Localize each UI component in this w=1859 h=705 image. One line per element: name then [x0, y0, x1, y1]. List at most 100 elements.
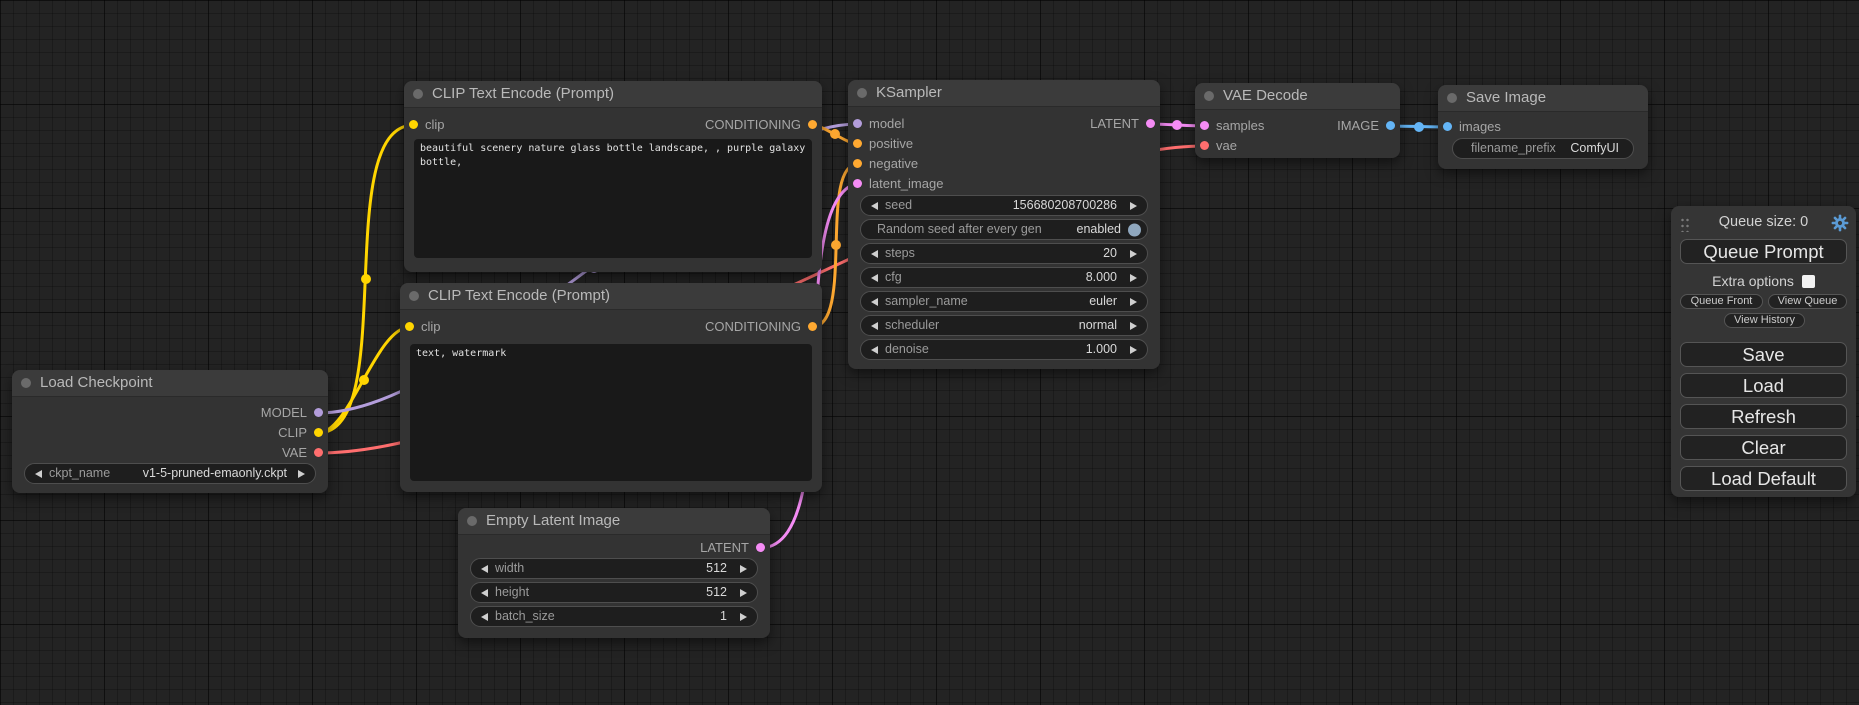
- node-title: CLIP Text Encode (Prompt): [432, 85, 614, 102]
- clip-input-port[interactable]: [409, 120, 418, 129]
- collapse-dot-icon[interactable]: [1204, 91, 1214, 101]
- node-title-bar[interactable]: Save Image: [1438, 85, 1648, 112]
- vae-output-port[interactable]: [314, 448, 323, 457]
- seed-widget[interactable]: seed 156680208700286: [860, 195, 1148, 216]
- latent-output-port[interactable]: [1146, 119, 1155, 128]
- queue-front-button[interactable]: Queue Front: [1680, 294, 1763, 309]
- widget-label: filename_prefix: [1471, 139, 1556, 158]
- toggle-icon[interactable]: [1128, 223, 1141, 236]
- decrement-arrow-icon[interactable]: [871, 322, 878, 330]
- load-default-button[interactable]: Load Default: [1680, 466, 1847, 491]
- denoise-widget[interactable]: denoise 1.000: [860, 339, 1148, 360]
- increment-arrow-icon[interactable]: [1130, 250, 1137, 258]
- ckpt-name-widget[interactable]: ckpt_name v1-5-pruned-emaonly.ckpt: [24, 463, 316, 484]
- increment-arrow-icon[interactable]: [740, 589, 747, 597]
- queue-prompt-button[interactable]: Queue Prompt: [1680, 239, 1847, 264]
- collapse-dot-icon[interactable]: [413, 89, 423, 99]
- prompt-text-area[interactable]: beautiful scenery nature glass bottle la…: [414, 139, 812, 258]
- node-load-checkpoint[interactable]: Load Checkpoint MODEL CLIP VAE ckpt_name…: [12, 370, 328, 493]
- extra-options-label: Extra options: [1712, 273, 1794, 289]
- negative-input-port[interactable]: [853, 159, 862, 168]
- increment-arrow-icon[interactable]: [1130, 274, 1137, 282]
- graph-canvas[interactable]: Load Checkpoint MODEL CLIP VAE ckpt_name…: [0, 0, 1859, 705]
- decrement-arrow-icon[interactable]: [871, 298, 878, 306]
- increment-arrow-icon[interactable]: [1130, 322, 1137, 330]
- collapse-dot-icon[interactable]: [1447, 93, 1457, 103]
- model-output-port[interactable]: [314, 408, 323, 417]
- collapse-dot-icon[interactable]: [21, 378, 31, 388]
- widget-value: 512: [706, 583, 727, 602]
- node-title-bar[interactable]: KSampler: [848, 80, 1160, 107]
- node-vae-decode[interactable]: VAE Decode samples IMAGE vae: [1195, 83, 1400, 158]
- node-ksampler[interactable]: KSampler model LATENT positive negative …: [848, 80, 1160, 369]
- scheduler-widget[interactable]: scheduler normal: [860, 315, 1148, 336]
- batch-size-widget[interactable]: batch_size 1: [470, 606, 758, 627]
- node-title: Load Checkpoint: [40, 374, 153, 391]
- widget-value: ComfyUI: [1570, 139, 1619, 158]
- decrement-arrow-icon[interactable]: [481, 589, 488, 597]
- port-row: clip CONDITIONING: [400, 317, 822, 337]
- node-title-bar[interactable]: Load Checkpoint: [12, 370, 328, 397]
- node-clip-text-encode-negative[interactable]: CLIP Text Encode (Prompt) clip CONDITION…: [400, 283, 822, 492]
- images-input-port[interactable]: [1443, 122, 1452, 131]
- increment-arrow-icon[interactable]: [740, 565, 747, 573]
- settings-gear-icon[interactable]: [1831, 214, 1849, 237]
- vae-input-port[interactable]: [1200, 141, 1209, 150]
- decrement-arrow-icon[interactable]: [871, 202, 878, 210]
- extra-options-row: Extra options: [1671, 273, 1856, 289]
- conditioning-output-port[interactable]: [808, 322, 817, 331]
- collapse-dot-icon[interactable]: [467, 516, 477, 526]
- width-widget[interactable]: width 512: [470, 558, 758, 579]
- node-clip-text-encode-positive[interactable]: CLIP Text Encode (Prompt) clip CONDITION…: [404, 81, 822, 272]
- latent-output-port[interactable]: [756, 543, 765, 552]
- steps-widget[interactable]: steps 20: [860, 243, 1148, 264]
- decrement-arrow-icon[interactable]: [35, 470, 42, 478]
- clear-button[interactable]: Clear: [1680, 435, 1847, 460]
- samples-input-port[interactable]: [1200, 121, 1209, 130]
- cfg-widget[interactable]: cfg 8.000: [860, 267, 1148, 288]
- view-queue-button[interactable]: View Queue: [1768, 294, 1847, 309]
- node-title-bar[interactable]: Empty Latent Image: [458, 508, 770, 535]
- node-save-image[interactable]: Save Image images filename_prefix ComfyU…: [1438, 85, 1648, 169]
- widget-value: euler: [1089, 292, 1117, 311]
- load-button[interactable]: Load: [1680, 373, 1847, 398]
- latent-image-input-port[interactable]: [853, 179, 862, 188]
- widget-value: 20: [1103, 244, 1117, 263]
- decrement-arrow-icon[interactable]: [871, 250, 878, 258]
- decrement-arrow-icon[interactable]: [481, 565, 488, 573]
- filename-prefix-widget[interactable]: filename_prefix ComfyUI: [1452, 138, 1634, 159]
- decrement-arrow-icon[interactable]: [871, 274, 878, 282]
- decrement-arrow-icon[interactable]: [871, 346, 878, 354]
- node-title-bar[interactable]: CLIP Text Encode (Prompt): [404, 81, 822, 108]
- save-button[interactable]: Save: [1680, 342, 1847, 367]
- output-row: CLIP: [12, 423, 328, 443]
- widget-label: cfg: [885, 268, 902, 287]
- sampler-name-widget[interactable]: sampler_name euler: [860, 291, 1148, 312]
- refresh-button[interactable]: Refresh: [1680, 404, 1847, 429]
- extra-options-checkbox[interactable]: [1802, 275, 1815, 288]
- node-empty-latent-image[interactable]: Empty Latent Image LATENT width 512 heig…: [458, 508, 770, 638]
- model-input-port[interactable]: [853, 119, 862, 128]
- collapse-dot-icon[interactable]: [409, 291, 419, 301]
- node-title-bar[interactable]: CLIP Text Encode (Prompt): [400, 283, 822, 310]
- increment-arrow-icon[interactable]: [1130, 298, 1137, 306]
- widget-value: 512: [706, 559, 727, 578]
- collapse-dot-icon[interactable]: [857, 88, 867, 98]
- output-label: LATENT: [700, 538, 749, 558]
- decrement-arrow-icon[interactable]: [481, 613, 488, 621]
- prompt-text-area[interactable]: text, watermark: [410, 344, 812, 481]
- increment-arrow-icon[interactable]: [740, 613, 747, 621]
- conditioning-output-port[interactable]: [808, 120, 817, 129]
- widget-value: enabled: [1077, 220, 1122, 239]
- node-title-bar[interactable]: VAE Decode: [1195, 83, 1400, 110]
- increment-arrow-icon[interactable]: [1130, 346, 1137, 354]
- image-output-port[interactable]: [1386, 121, 1395, 130]
- random-seed-widget[interactable]: Random seed after every gen enabled: [860, 219, 1148, 240]
- clip-input-port[interactable]: [405, 322, 414, 331]
- height-widget[interactable]: height 512: [470, 582, 758, 603]
- view-history-button[interactable]: View History: [1724, 313, 1805, 328]
- increment-arrow-icon[interactable]: [298, 470, 305, 478]
- positive-input-port[interactable]: [853, 139, 862, 148]
- clip-output-port[interactable]: [314, 428, 323, 437]
- increment-arrow-icon[interactable]: [1130, 202, 1137, 210]
